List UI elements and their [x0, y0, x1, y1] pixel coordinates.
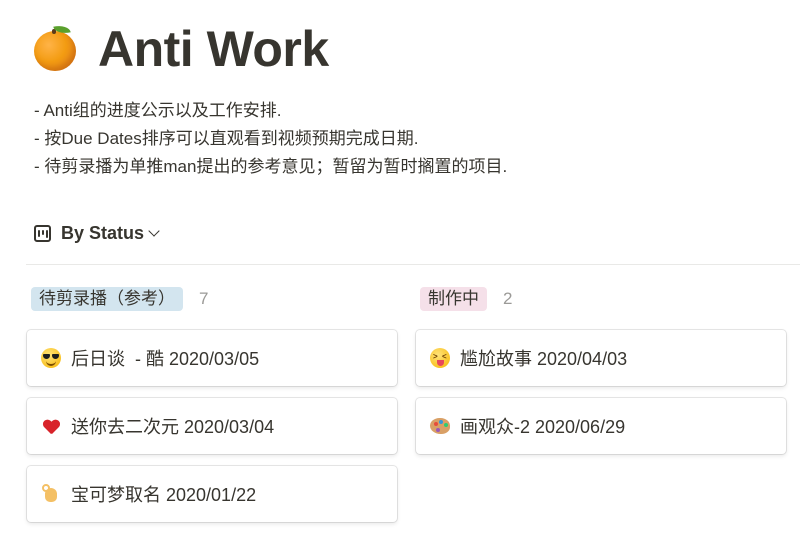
- board-card[interactable]: 宝可梦取名 2020/01/22: [27, 466, 397, 522]
- view-switcher[interactable]: By Status: [34, 218, 160, 248]
- red-heart-icon: [41, 416, 61, 436]
- sunglasses-face-icon: [41, 348, 61, 368]
- view-label: By Status: [61, 222, 145, 243]
- divider: [26, 264, 800, 265]
- board-card[interactable]: 后日谈 - 酷 2020/03/05: [27, 330, 397, 386]
- orange-icon[interactable]: [32, 23, 80, 73]
- card-title: 尴尬故事 2020/04/03: [460, 349, 628, 369]
- zany-face-icon: > <: [430, 348, 450, 368]
- status-tag[interactable]: 待剪录播（参考）: [31, 287, 183, 311]
- board-card[interactable]: > < 尴尬故事 2020/04/03: [416, 330, 786, 386]
- description-line[interactable]: - Anti组的进度公示以及工作安排.: [34, 97, 507, 125]
- status-tag[interactable]: 制作中: [420, 287, 487, 311]
- column-count: 7: [199, 289, 209, 308]
- chevron-down-icon: [148, 224, 160, 237]
- column-header: 制作中 2: [420, 286, 786, 312]
- page-description[interactable]: - Anti组的进度公示以及工作安排. - 按Due Dates排序可以直观看到…: [34, 97, 507, 181]
- artist-palette-icon: [430, 416, 450, 436]
- card-title: 画观众-2 2020/06/29: [460, 417, 626, 437]
- card-title: 后日谈 - 酷 2020/03/05: [71, 349, 260, 369]
- description-line[interactable]: - 按Due Dates排序可以直观看到视频预期完成日期.: [34, 125, 507, 153]
- column-header: 待剪录播（参考） 7: [31, 286, 397, 312]
- column-count: 2: [503, 289, 513, 308]
- board-column-pending: 待剪录播（参考） 7 后日谈 - 酷 2020/03/05 送你去二次元 202…: [27, 286, 397, 534]
- board-icon: [34, 224, 51, 242]
- board-card[interactable]: 送你去二次元 2020/03/04: [27, 398, 397, 454]
- card-title: 送你去二次元 2020/03/04: [71, 417, 275, 437]
- board-card[interactable]: 画观众-2 2020/06/29: [416, 398, 786, 454]
- description-line[interactable]: - 待剪录播为单推man提出的参考意见；暂留为暂时搁置的项目.: [34, 153, 507, 181]
- card-title: 宝可梦取名 2020/01/22: [71, 485, 257, 505]
- ok-hand-icon: [41, 484, 61, 504]
- page-header: Anti Work: [32, 18, 329, 80]
- board-column-in-progress: 制作中 2 > < 尴尬故事 2020/04/03 画观众-2 2020/06/…: [416, 286, 786, 466]
- page-title[interactable]: Anti Work: [98, 18, 329, 80]
